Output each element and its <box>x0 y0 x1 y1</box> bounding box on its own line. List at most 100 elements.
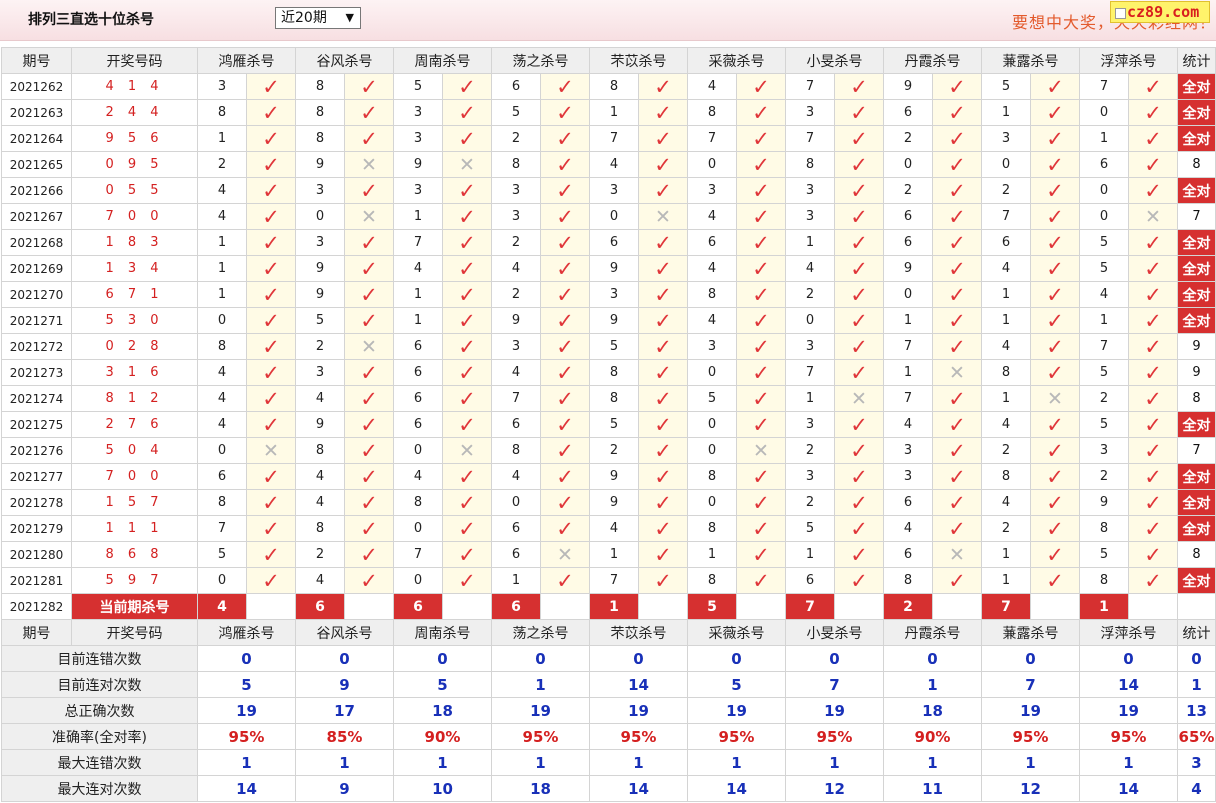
check-icon: ✓ <box>556 568 574 593</box>
check-icon: ✓ <box>654 126 672 151</box>
result-mark-cell: ✓ <box>736 333 786 360</box>
stats-value: 1 <box>197 749 296 776</box>
check-icon: ✓ <box>1046 542 1064 567</box>
col-header-expert: 谷风杀号 <box>295 47 394 74</box>
stat-cell: 全对 <box>1177 515 1216 542</box>
kill-number-cell: 5 <box>785 515 835 542</box>
result-mark-cell: ✓ <box>736 359 786 386</box>
col-header-expert: 采薇杀号 <box>687 47 786 74</box>
check-icon: ✓ <box>948 256 966 281</box>
check-icon: ✓ <box>556 516 574 541</box>
kill-number-cell: 8 <box>981 359 1031 386</box>
result-mark-cell: ✓ <box>1030 411 1080 438</box>
kill-number-cell: 8 <box>491 437 541 464</box>
kill-number-cell: 6 <box>589 229 639 256</box>
result-mark-cell: ✓ <box>1128 359 1178 386</box>
kill-number-cell: 2 <box>981 177 1031 204</box>
check-icon: ✓ <box>948 178 966 203</box>
stats-value: 1 <box>491 671 590 698</box>
table-row: 2021281 5 9 7 0 ✓ 4 ✓ 0 ✓ 1 ✓ 7 ✓ 8 ✓ 6 ✓ 8 ✓ 1 ✓ 8 ✓ 全对 <box>1 567 1216 594</box>
empty-cell <box>540 593 590 620</box>
result-mark-cell: ✓ <box>1030 99 1080 126</box>
result-mark-cell: ✓ <box>246 463 296 490</box>
stats-value: 5 <box>687 671 786 698</box>
result-mark-cell: ✓ <box>638 541 688 568</box>
result-mark-cell: ✓ <box>540 151 590 178</box>
check-icon: ✓ <box>654 412 672 437</box>
draw-number-cell: 0 9 5 <box>71 151 198 178</box>
kill-number-cell: 4 <box>393 463 443 490</box>
check-icon: ✓ <box>752 334 770 359</box>
kill-number-cell: 4 <box>883 515 933 542</box>
check-icon: ✓ <box>850 334 868 359</box>
stats-value: 1 <box>687 749 786 776</box>
kill-number-cell: 6 <box>883 489 933 516</box>
check-icon: ✓ <box>948 282 966 307</box>
stats-value: 95% <box>687 723 786 750</box>
col-header-expert: 荡之杀号 <box>491 47 590 74</box>
check-icon: ✓ <box>752 100 770 125</box>
kill-number-cell: 6 <box>393 385 443 412</box>
issue-cell: 2021262 <box>1 73 72 100</box>
col-header-expert: 浮萍杀号 <box>1079 47 1178 74</box>
result-mark-cell: ✓ <box>344 359 394 386</box>
issue-cell: 2021273 <box>1 359 72 386</box>
kill-number-cell: 0 <box>491 489 541 516</box>
cross-icon: ✕ <box>361 153 377 176</box>
result-mark-cell: ✓ <box>736 125 786 152</box>
result-mark-cell: ✓ <box>1128 333 1178 360</box>
result-mark-cell: ✓ <box>344 73 394 100</box>
check-icon: ✓ <box>262 490 280 515</box>
check-icon: ✓ <box>1046 490 1064 515</box>
stats-value: 3 <box>1177 749 1216 776</box>
kill-number-cell: 0 <box>295 203 345 230</box>
kill-number-cell: 4 <box>491 255 541 282</box>
kill-number-cell: 5 <box>197 541 247 568</box>
stat-cell: 8 <box>1177 541 1216 568</box>
empty-cell <box>932 593 982 620</box>
kill-number-cell: 5 <box>491 99 541 126</box>
stats-value: 18 <box>883 697 982 724</box>
stats-value: 19 <box>589 697 688 724</box>
result-mark-cell: ✓ <box>442 125 492 152</box>
check-icon: ✓ <box>556 282 574 307</box>
kill-number-cell: 8 <box>687 463 737 490</box>
cross-icon: ✕ <box>557 543 573 566</box>
check-icon: ✓ <box>262 516 280 541</box>
check-icon: ✓ <box>262 152 280 177</box>
kill-number-cell: 2 <box>883 177 933 204</box>
stats-value: 18 <box>393 697 492 724</box>
stats-value: 11 <box>883 775 982 802</box>
kill-number-cell: 1 <box>197 281 247 308</box>
result-mark-cell: ✓ <box>932 229 982 256</box>
check-icon: ✓ <box>752 412 770 437</box>
period-select[interactable]: 近20期 ▼ <box>275 7 361 29</box>
site-logo[interactable]: cz89.com <box>1110 1 1210 23</box>
result-mark-cell: ✓ <box>344 125 394 152</box>
kill-number-cell: 0 <box>589 203 639 230</box>
check-icon: ✓ <box>262 74 280 99</box>
check-icon: ✓ <box>556 100 574 125</box>
check-icon: ✓ <box>458 100 476 125</box>
table-row: 2021280 8 6 8 5 ✓ 2 ✓ 7 ✓ 6 ✕ 1 ✓ 1 ✓ 1 ✓ 6 ✕ 1 ✓ 5 ✓ 8 <box>1 541 1216 568</box>
check-icon: ✓ <box>654 152 672 177</box>
result-mark-cell: ✓ <box>1128 515 1178 542</box>
stats-header-row: 期号 开奖号码 鸿雁杀号 谷风杀号 周南杀号 荡之杀号 芣苡杀号 采薇杀号 小旻杀号 丹霞杀号 蒹露… <box>1 619 1216 646</box>
kill-number-cell: 6 <box>393 411 443 438</box>
result-mark-cell: ✓ <box>246 567 296 594</box>
check-icon: ✓ <box>262 204 280 229</box>
check-icon: ✓ <box>948 438 966 463</box>
result-mark-cell: ✓ <box>1030 203 1080 230</box>
result-mark-cell: ✓ <box>834 203 884 230</box>
result-mark-cell: ✓ <box>1128 281 1178 308</box>
kill-number-cell: 4 <box>981 411 1031 438</box>
result-mark-cell: ✓ <box>442 333 492 360</box>
col-header-expert: 周南杀号 <box>393 619 492 646</box>
kill-number-cell: 1 <box>981 567 1031 594</box>
kill-number-cell: 8 <box>687 281 737 308</box>
kill-number-cell: 7 <box>1079 73 1129 100</box>
kill-number-cell: 7 <box>491 385 541 412</box>
kill-number-cell: 8 <box>687 567 737 594</box>
kill-number-cell: 4 <box>981 255 1031 282</box>
check-icon: ✓ <box>948 516 966 541</box>
